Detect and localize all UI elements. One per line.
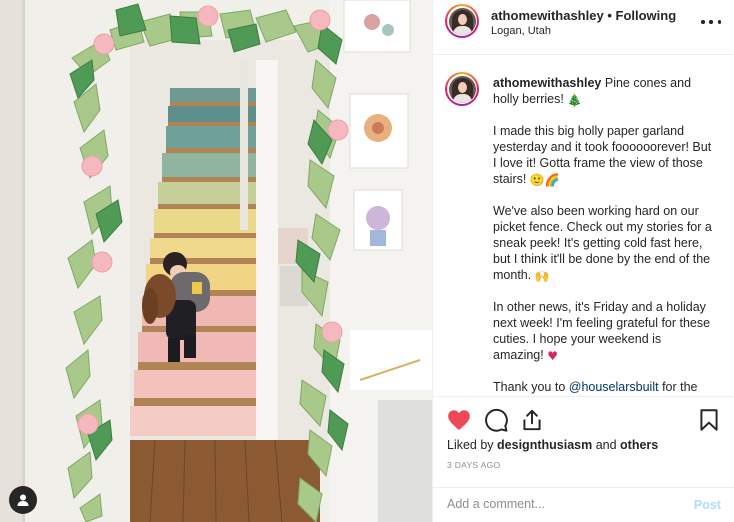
post-comment-button[interactable]: Post <box>694 498 721 512</box>
comment-input[interactable] <box>447 497 677 511</box>
caption-paragraph: Thank you to @houselarsbuilt for the <box>493 379 713 395</box>
post-timestamp[interactable]: 3 DAYS AGO <box>447 460 500 470</box>
caption-area[interactable]: athomewithashley Pine cones and holly be… <box>433 56 734 396</box>
author-username[interactable]: athomewithashley <box>491 8 604 23</box>
author-avatar[interactable] <box>445 4 479 38</box>
liked-by-text: Liked by designthusiasm and others <box>447 438 658 452</box>
raised-hands-emoji: 🙌 <box>534 269 550 283</box>
post-photo-illustration <box>0 0 432 522</box>
liked-by-prefix: Liked by <box>447 438 494 452</box>
caption-avatar[interactable] <box>445 72 479 106</box>
author-line: athomewithashley • Following <box>491 8 676 23</box>
caption-para4: In other news, it's Friday and a holiday… <box>493 300 711 362</box>
caption-username[interactable]: athomewithashley <box>493 76 601 90</box>
heart-emoji: ♥ <box>547 349 558 363</box>
caption-para3: We've also been working hard on our pick… <box>493 204 712 282</box>
bookmark-icon[interactable] <box>696 407 722 433</box>
liked-by-others[interactable]: others <box>620 438 658 452</box>
follow-status-button[interactable]: Following <box>616 8 677 23</box>
share-icon[interactable] <box>519 407 545 433</box>
post-location[interactable]: Logan, Utah <box>491 25 551 37</box>
caption-paragraph: I made this big holly paper garland yest… <box>493 123 713 187</box>
more-options-icon[interactable] <box>701 14 721 30</box>
liked-by-and: and <box>595 438 617 452</box>
comment-icon[interactable] <box>483 407 509 433</box>
user-tag-icon[interactable] <box>9 486 37 514</box>
post-photo[interactable] <box>0 0 432 522</box>
caption-para5-prefix: Thank you to <box>493 380 566 394</box>
caption-para2: I made this big holly paper garland yest… <box>493 124 712 186</box>
header-separator: • <box>607 8 612 23</box>
smile-rainbow-emoji: 🙂🌈 <box>529 173 560 187</box>
caption-paragraph: We've also been working hard on our pick… <box>493 203 713 283</box>
caption-para5-suffix: for the <box>662 380 698 394</box>
liked-by-user[interactable]: designthusiasm <box>497 438 592 452</box>
caption-text: athomewithashley Pine cones and holly be… <box>493 75 713 396</box>
comment-bar: Post <box>433 487 734 522</box>
post-sidebar: athomewithashley • Following Logan, Utah… <box>432 0 734 522</box>
post-actions: Liked by designthusiasm and others 3 DAY… <box>433 396 734 522</box>
mention-link[interactable]: @houselarsbuilt <box>569 380 659 394</box>
heart-icon[interactable] <box>446 407 472 433</box>
post-header: athomewithashley • Following Logan, Utah <box>433 0 734 55</box>
tree-emoji: 🎄 <box>567 93 583 107</box>
caption-paragraph: In other news, it's Friday and a holiday… <box>493 299 713 363</box>
caption-paragraph: athomewithashley Pine cones and holly be… <box>493 75 713 107</box>
